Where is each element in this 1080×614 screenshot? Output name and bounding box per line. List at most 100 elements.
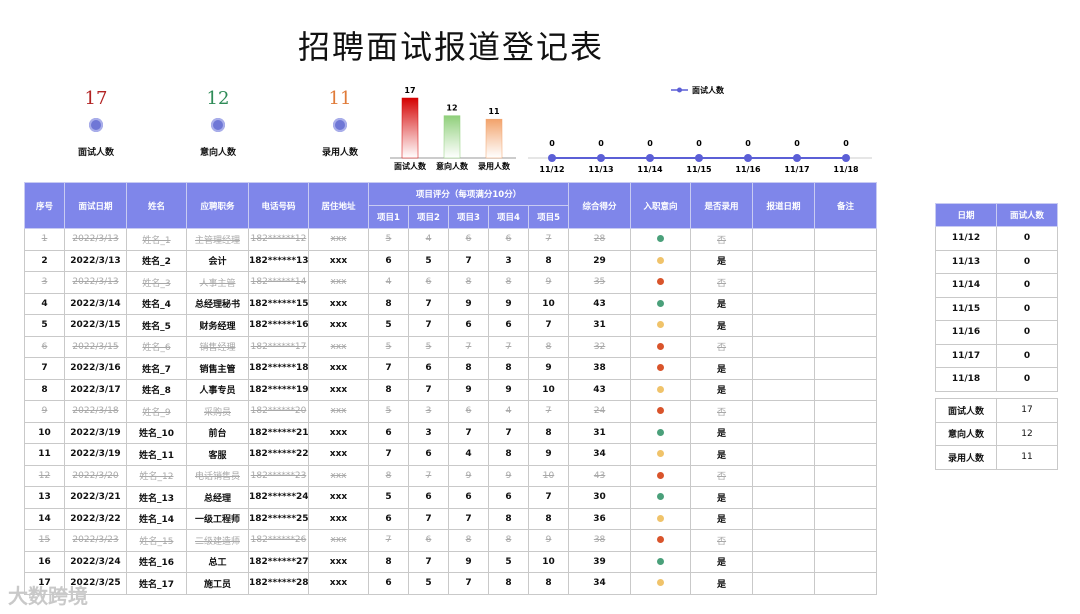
cell-phone: 182******19 [248,378,309,401]
cell-score: 8 [368,464,409,487]
cell-notes [814,572,878,595]
intent-dot-icon [657,450,665,458]
summary-table: 面试人数 17 意向人数 12 录用人数 11 [935,398,1058,470]
cell-score: 9 [527,357,570,380]
cell-score: 6 [448,314,489,337]
cell-score: 6 [488,486,529,509]
cell-score: 6 [488,314,529,337]
cell-hired: 否 [690,464,754,487]
cell-address: xxx [308,378,369,401]
cell-score: 8 [488,529,529,552]
cell-score: 8 [527,421,570,444]
cell-hired: 否 [690,335,754,358]
table-row: 17 2022/3/25 姓名_17 施工员 182******28 xxx 6 5 7 8 8 34… [24,572,878,595]
cell-phone: 182******21 [248,421,309,444]
header-item: 项目5 [527,205,570,229]
cell-date: 2022/3/19 [64,443,127,466]
cell-total: 31 [568,314,632,337]
intent-dot-icon [657,278,665,286]
user-icon [89,118,103,132]
cell-address: xxx [308,314,369,337]
cell-score: 5 [368,335,409,358]
cell-score: 5 [488,550,529,573]
cell-intent [630,228,692,251]
line-chart: 面试人数 0 11/12 0 11/13 0 11/14 0 11/15 0 11/16 0 11/17… [528,85,872,174]
cell-notes [814,249,878,272]
header-count: 面试人数 [996,203,1058,227]
cell-count: 0 [996,296,1058,321]
cell-address: xxx [308,228,369,251]
cell-intent [630,529,692,552]
cell-position: 采购员 [186,400,249,423]
cell-score: 8 [448,357,489,380]
cell-hired: 否 [690,271,754,294]
x-tick-label: 11/14 [637,165,663,174]
cell-count: 0 [996,367,1058,392]
cell-position: 主管理经理 [186,228,249,251]
cell-address: xxx [308,550,369,573]
legend-marker [677,87,682,93]
intent-dot-icon [657,256,665,264]
intent-dot-icon [657,235,665,243]
cell-address: xxx [308,335,369,358]
cell-name: 姓名_3 [126,271,187,294]
cell-score: 3 [408,421,449,444]
table-row: 11/12 0 [935,226,1058,251]
cell-score: 7 [368,443,409,466]
kpi-value: 17 [84,88,108,109]
cell-score: 6 [408,271,449,294]
cell-hired: 否 [690,228,754,251]
header-phone: 电话号码 [248,182,309,229]
cell-score: 3 [488,249,529,272]
line-point [744,154,752,162]
cell-score: 8 [368,378,409,401]
cell-intent [630,550,692,573]
cell-score: 9 [448,550,489,573]
cell-score: 10 [527,464,570,487]
cell-date: 2022/3/13 [64,249,127,272]
header-position: 应聘职务 [186,182,249,229]
header-address: 居住地址 [308,182,369,229]
cell-score: 9 [448,378,489,401]
point-value-label: 0 [598,139,604,148]
cell-score: 7 [408,314,449,337]
intent-dot-icon [657,514,665,522]
watermark: 大数跨境 [8,584,88,608]
cell-report-date [752,400,816,423]
intent-dot-icon [657,299,665,307]
cell-address: xxx [308,421,369,444]
cell-phone: 182******28 [248,572,309,595]
intent-dot-icon [657,557,665,565]
cell-phone: 182******23 [248,464,309,487]
cell-day: 11/14 [935,273,997,298]
cell-score: 6 [408,486,449,509]
cell-report-date [752,271,816,294]
cell-intent [630,486,692,509]
bar-chart: 17 面试人数 12 意向人数 11 录用人数 [390,86,516,171]
cell-intent [630,335,692,358]
cell-date: 2022/3/22 [64,507,127,530]
cell-score: 8 [488,357,529,380]
cell-position: 财务经理 [186,314,249,337]
table-row: 11 2022/3/19 姓名_11 客服 182******22 xxx 7 6 4 8 9 34 是 [24,443,878,466]
cell-address: xxx [308,443,369,466]
line-point [646,154,654,162]
cell-report-date [752,292,816,315]
cell-name: 姓名_9 [126,400,187,423]
cell-total: 28 [568,228,632,251]
header-item: 项目2 [408,205,449,229]
cell-phone: 182******14 [248,271,309,294]
cell-count: 0 [996,273,1058,298]
intent-dot-icon [657,364,665,372]
header-date: 面试日期 [64,182,127,229]
cell-score: 6 [448,486,489,509]
table-row: 5 2022/3/15 姓名_5 财务经理 182******16 xxx 5 7 6 6 7 31 是 [24,314,878,337]
cell-intent [630,249,692,272]
cell-count: 0 [996,226,1058,251]
intent-dot-icon [657,428,665,436]
cell-score: 6 [448,228,489,251]
cell-hired: 是 [690,314,754,337]
header-score-group: 项目评分（每项满分10分） [367,182,570,206]
cell-seq: 10 [24,421,65,444]
cell-total: 34 [568,572,632,595]
